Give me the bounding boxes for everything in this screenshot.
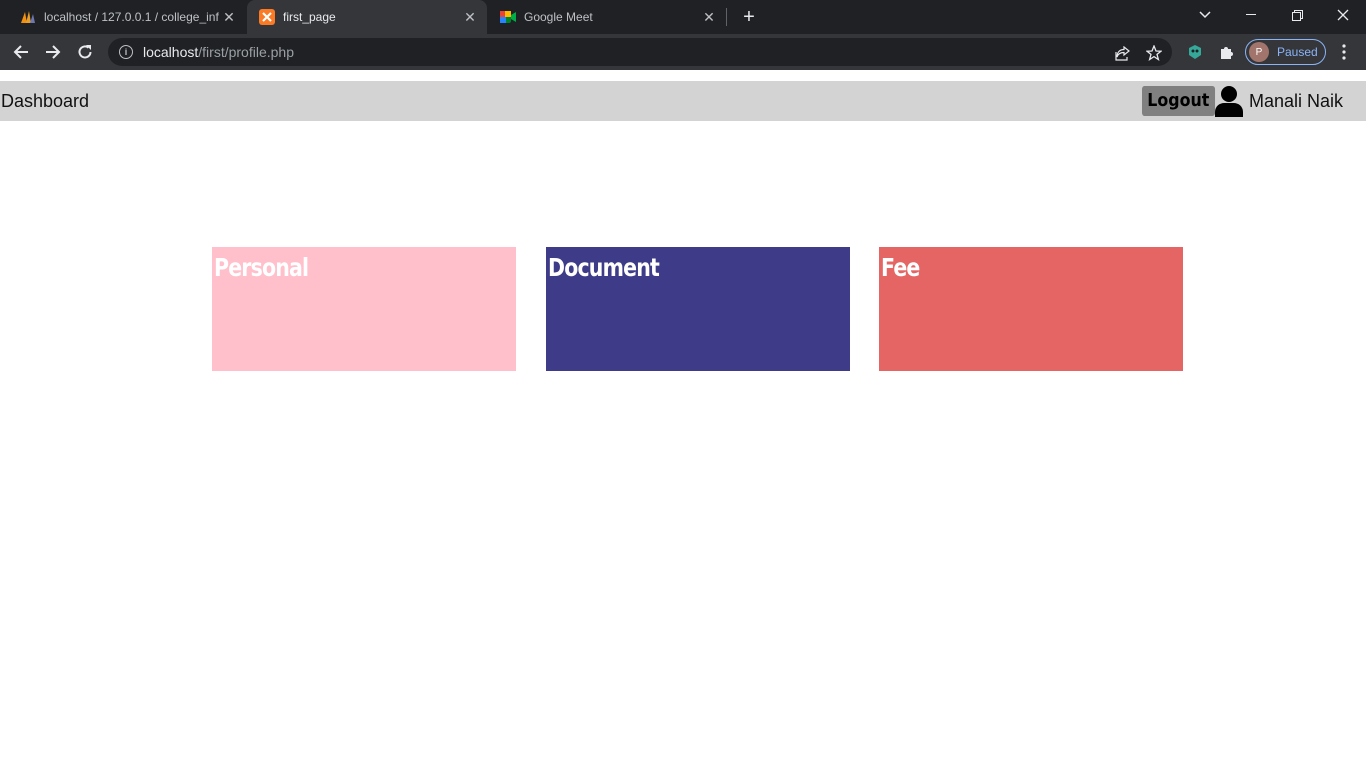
document-card[interactable]: Document xyxy=(546,247,850,371)
tab-separator xyxy=(726,8,727,26)
user-name: Manali Naik xyxy=(1249,91,1344,111)
bookmark-star-icon[interactable] xyxy=(1145,44,1163,62)
card-title: Document xyxy=(548,253,660,282)
tab-phpmyadmin[interactable]: localhost / 127.0.0.1 / college_inf ✕ xyxy=(8,0,246,34)
browser-tab-strip: localhost / 127.0.0.1 / college_inf ✕ fi… xyxy=(0,0,1366,34)
dashboard-title[interactable]: Dashboard xyxy=(1,91,89,112)
page-content: Dashboard Logout Manali Naik Personal Do… xyxy=(0,70,1366,768)
top-navbar: Dashboard Logout Manali Naik xyxy=(0,81,1366,121)
close-tab-icon[interactable]: ✕ xyxy=(220,9,238,26)
url-path: /first/profile.php xyxy=(198,44,294,60)
browser-toolbar: i localhost /first/profile.php P Paused xyxy=(0,34,1366,70)
minimize-icon[interactable] xyxy=(1228,0,1274,30)
close-window-icon[interactable] xyxy=(1320,0,1366,30)
reload-icon[interactable] xyxy=(72,39,98,65)
forward-icon[interactable] xyxy=(40,39,66,65)
new-tab-button[interactable]: + xyxy=(736,4,762,30)
card-title: Fee xyxy=(881,253,920,282)
phpmyadmin-icon xyxy=(20,9,36,25)
browser-menu-icon[interactable] xyxy=(1334,42,1354,62)
google-meet-icon xyxy=(500,9,516,25)
share-icon[interactable] xyxy=(1113,44,1131,62)
extension-icon[interactable] xyxy=(1185,42,1205,62)
site-info-icon[interactable]: i xyxy=(119,45,133,59)
address-bar[interactable]: i localhost /first/profile.php xyxy=(108,38,1172,66)
restore-icon[interactable] xyxy=(1274,0,1320,30)
logout-button[interactable]: Logout xyxy=(1142,86,1215,116)
profile-button[interactable]: P Paused xyxy=(1245,39,1326,65)
back-icon[interactable] xyxy=(8,39,34,65)
fee-card[interactable]: Fee xyxy=(879,247,1183,371)
extensions-puzzle-icon[interactable] xyxy=(1217,42,1237,62)
personal-card[interactable]: Personal xyxy=(212,247,516,371)
url-host: localhost xyxy=(143,44,199,60)
profile-status: Paused xyxy=(1277,45,1318,59)
close-tab-icon[interactable]: ✕ xyxy=(700,9,718,26)
card-title: Personal xyxy=(214,253,309,282)
tab-google-meet[interactable]: Google Meet ✕ xyxy=(488,0,726,34)
xampp-icon xyxy=(259,9,275,25)
tab-title: localhost / 127.0.0.1 / college_inf xyxy=(44,10,219,24)
tab-first-page[interactable]: first_page ✕ xyxy=(247,0,487,34)
tab-search-icon[interactable] xyxy=(1182,0,1228,30)
user-icon xyxy=(1214,85,1244,117)
tab-title: Google Meet xyxy=(524,10,593,24)
avatar: P xyxy=(1249,42,1269,62)
close-tab-icon[interactable]: ✕ xyxy=(461,9,479,26)
tab-title: first_page xyxy=(283,10,336,24)
